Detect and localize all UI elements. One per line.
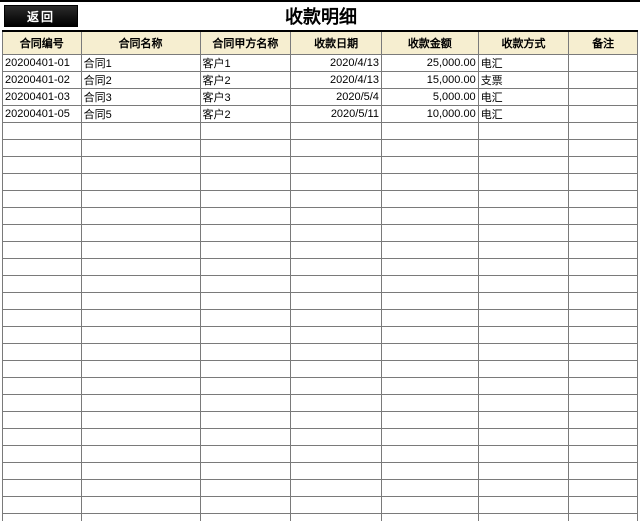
cell-remark: [569, 55, 638, 72]
cell-id: 20200401-05: [3, 106, 82, 123]
cell-party: 客户2: [200, 106, 291, 123]
cell-remark: [569, 72, 638, 89]
col-header-id: 合同编号: [3, 31, 82, 55]
cell-id: 20200401-03: [3, 89, 82, 106]
cell-method: 电汇: [478, 89, 569, 106]
table-row[interactable]: 20200401-01合同1客户12020/4/1325,000.00电汇: [3, 55, 638, 72]
cell-party: 客户1: [200, 55, 291, 72]
receipts-table: 合同编号 合同名称 合同甲方名称 收款日期 收款金额 收款方式 备注 20200…: [2, 30, 638, 521]
table-row-empty: [3, 140, 638, 157]
col-header-name: 合同名称: [81, 31, 200, 55]
table-row-empty: [3, 429, 638, 446]
header-bar: 返回 收款明细: [0, 2, 640, 30]
col-header-remark: 备注: [569, 31, 638, 55]
table-row-empty: [3, 412, 638, 429]
table-row-empty: [3, 242, 638, 259]
cell-id: 20200401-01: [3, 55, 82, 72]
cell-date: 2020/4/13: [291, 72, 382, 89]
cell-amount: 5,000.00: [381, 89, 478, 106]
cell-date: 2020/5/4: [291, 89, 382, 106]
table-row-empty: [3, 327, 638, 344]
col-header-method: 收款方式: [478, 31, 569, 55]
col-header-party: 合同甲方名称: [200, 31, 291, 55]
table-row[interactable]: 20200401-02合同2客户22020/4/1315,000.00支票: [3, 72, 638, 89]
cell-amount: 15,000.00: [381, 72, 478, 89]
cell-date: 2020/4/13: [291, 55, 382, 72]
cell-name: 合同3: [81, 89, 200, 106]
table-row[interactable]: 20200401-05合同5客户22020/5/1110,000.00电汇: [3, 106, 638, 123]
cell-method: 电汇: [478, 55, 569, 72]
table-row-empty: [3, 463, 638, 480]
table-row-empty: [3, 344, 638, 361]
cell-name: 合同1: [81, 55, 200, 72]
col-header-amount: 收款金额: [381, 31, 478, 55]
cell-party: 客户2: [200, 72, 291, 89]
cell-amount: 10,000.00: [381, 106, 478, 123]
table-row-empty: [3, 225, 638, 242]
table-row-empty: [3, 123, 638, 140]
table-row-empty: [3, 480, 638, 497]
table-row-empty: [3, 310, 638, 327]
cell-amount: 25,000.00: [381, 55, 478, 72]
cell-date: 2020/5/11: [291, 106, 382, 123]
table-row-empty: [3, 293, 638, 310]
table-row-empty: [3, 276, 638, 293]
col-header-date: 收款日期: [291, 31, 382, 55]
table-row-empty: [3, 174, 638, 191]
table-row[interactable]: 20200401-03合同3客户32020/5/45,000.00电汇: [3, 89, 638, 106]
table-row-empty: [3, 446, 638, 463]
cell-remark: [569, 89, 638, 106]
table-row-empty: [3, 378, 638, 395]
cell-name: 合同5: [81, 106, 200, 123]
cell-party: 客户3: [200, 89, 291, 106]
cell-name: 合同2: [81, 72, 200, 89]
table-row-empty: [3, 395, 638, 412]
table-row-empty: [3, 259, 638, 276]
table-row-empty: [3, 361, 638, 378]
table-row-empty: [3, 191, 638, 208]
table-row-empty: [3, 157, 638, 174]
table-row-empty: [3, 497, 638, 514]
table-row-empty: [3, 208, 638, 225]
cell-method: 电汇: [478, 106, 569, 123]
cell-id: 20200401-02: [3, 72, 82, 89]
page-title: 收款明细: [2, 3, 640, 29]
table-row-empty: [3, 514, 638, 521]
cell-remark: [569, 106, 638, 123]
cell-method: 支票: [478, 72, 569, 89]
table-header-row: 合同编号 合同名称 合同甲方名称 收款日期 收款金额 收款方式 备注: [3, 31, 638, 55]
